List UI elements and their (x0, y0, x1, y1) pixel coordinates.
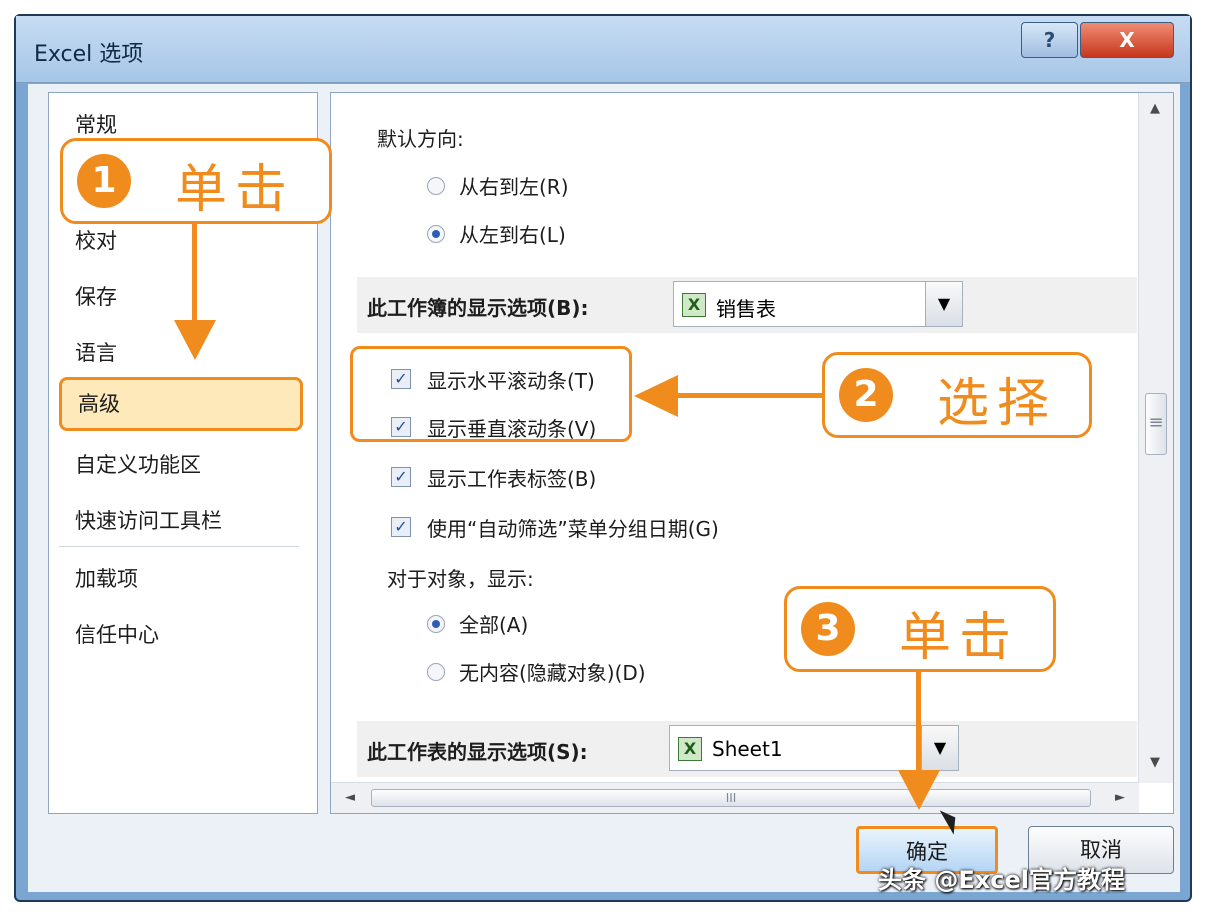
callout-step-2: 2 选择 (822, 352, 1092, 438)
arrow-step-1 (192, 224, 197, 334)
arrow-head-step-3 (898, 770, 940, 810)
step-3-text: 单击 (899, 608, 1020, 668)
radio-objects-all-label: 全部(A) (459, 613, 529, 637)
radio-rtl[interactable] (427, 177, 445, 195)
workbook-display-section: 此工作簿的显示选项(B): X 销售表 ▼ (357, 277, 1137, 333)
nav-item-proofing[interactable]: 校对 (59, 219, 303, 263)
objects-heading: 对于对象，显示: (387, 567, 534, 591)
nav-item-customize-ribbon[interactable]: 自定义功能区 (59, 443, 303, 487)
chevron-down-icon[interactable]: ▼ (925, 282, 962, 326)
close-button[interactable]: X (1080, 22, 1174, 58)
vertical-scroll-thumb[interactable]: ≡ (1145, 393, 1167, 455)
watermark: 头条 @Excel官方教程 (878, 866, 1125, 894)
scroll-left-icon[interactable]: ◄ (345, 790, 355, 805)
checkbox-autofilter[interactable]: ✓ (391, 517, 411, 537)
arrow-head-step-1 (174, 320, 216, 360)
advanced-options-panel: 默认方向: 从右到左(R) 从左到右(L) 此工作簿的显示选项(B): X 销售… (330, 92, 1174, 814)
highlight-scrollbar-options (350, 346, 632, 442)
nav-item-advanced[interactable]: 高级 (59, 377, 303, 431)
sheet-display-section: 此工作表的显示选项(S): X Sheet1 ▼ (357, 721, 1137, 777)
scroll-right-icon[interactable]: ► (1115, 790, 1125, 805)
window-title: Excel 选项 (34, 42, 144, 67)
step-3-badge: 3 (801, 602, 855, 656)
step-2-text: 选择 (937, 374, 1058, 434)
arrow-head-step-2 (634, 375, 678, 417)
nav-divider (59, 546, 299, 547)
nav-item-save[interactable]: 保存 (59, 275, 303, 319)
step-1-text: 单击 (175, 160, 296, 220)
chevron-down-icon[interactable]: ▼ (921, 726, 958, 770)
sheet-display-label: 此工作表的显示选项(S): (367, 740, 588, 764)
checkbox-autofilter-label: 使用“自动筛选”菜单分组日期(G) (427, 517, 719, 541)
vertical-scrollbar[interactable]: ▲ ≡ ▼ (1138, 93, 1173, 783)
radio-objects-none[interactable] (427, 663, 445, 681)
checkbox-sheet-tabs[interactable]: ✓ (391, 467, 411, 487)
step-2-badge: 2 (839, 368, 893, 422)
step-1-badge: 1 (77, 154, 131, 208)
workbook-select[interactable]: X 销售表 ▼ (673, 281, 963, 327)
radio-objects-none-label: 无内容(隐藏对象)(D) (459, 661, 646, 685)
radio-ltr[interactable] (427, 225, 445, 243)
arrow-step-2 (676, 393, 822, 398)
radio-ltr-label: 从左到右(L) (459, 223, 566, 247)
radio-objects-all[interactable] (427, 615, 445, 633)
sheet-select-value: Sheet1 (712, 737, 783, 761)
callout-step-3: 3 单击 (784, 586, 1056, 672)
default-direction-heading: 默认方向: (377, 127, 464, 151)
excel-workbook-icon: X (682, 293, 706, 317)
workbook-select-value: 销售表 (716, 297, 776, 321)
title-bar: Excel 选项 ? X (16, 16, 1190, 83)
nav-item-trust-center[interactable]: 信任中心 (59, 613, 303, 657)
radio-rtl-label: 从右到左(R) (459, 175, 569, 199)
horizontal-scroll-thumb[interactable]: III (371, 789, 1091, 807)
scroll-up-icon[interactable]: ▲ (1150, 101, 1160, 116)
nav-item-quick-access[interactable]: 快速访问工具栏 (59, 499, 303, 543)
scroll-down-icon[interactable]: ▼ (1150, 755, 1160, 770)
nav-item-addins[interactable]: 加载项 (59, 557, 303, 601)
checkbox-sheet-tabs-label: 显示工作表标签(B) (427, 467, 597, 491)
horizontal-scrollbar[interactable]: ◄ III ► (331, 782, 1139, 813)
arrow-step-3 (916, 672, 921, 772)
excel-sheet-icon: X (678, 737, 702, 761)
help-button[interactable]: ? (1021, 22, 1078, 58)
workbook-display-label: 此工作簿的显示选项(B): (367, 296, 589, 320)
callout-step-1: 1 单击 (60, 138, 332, 224)
